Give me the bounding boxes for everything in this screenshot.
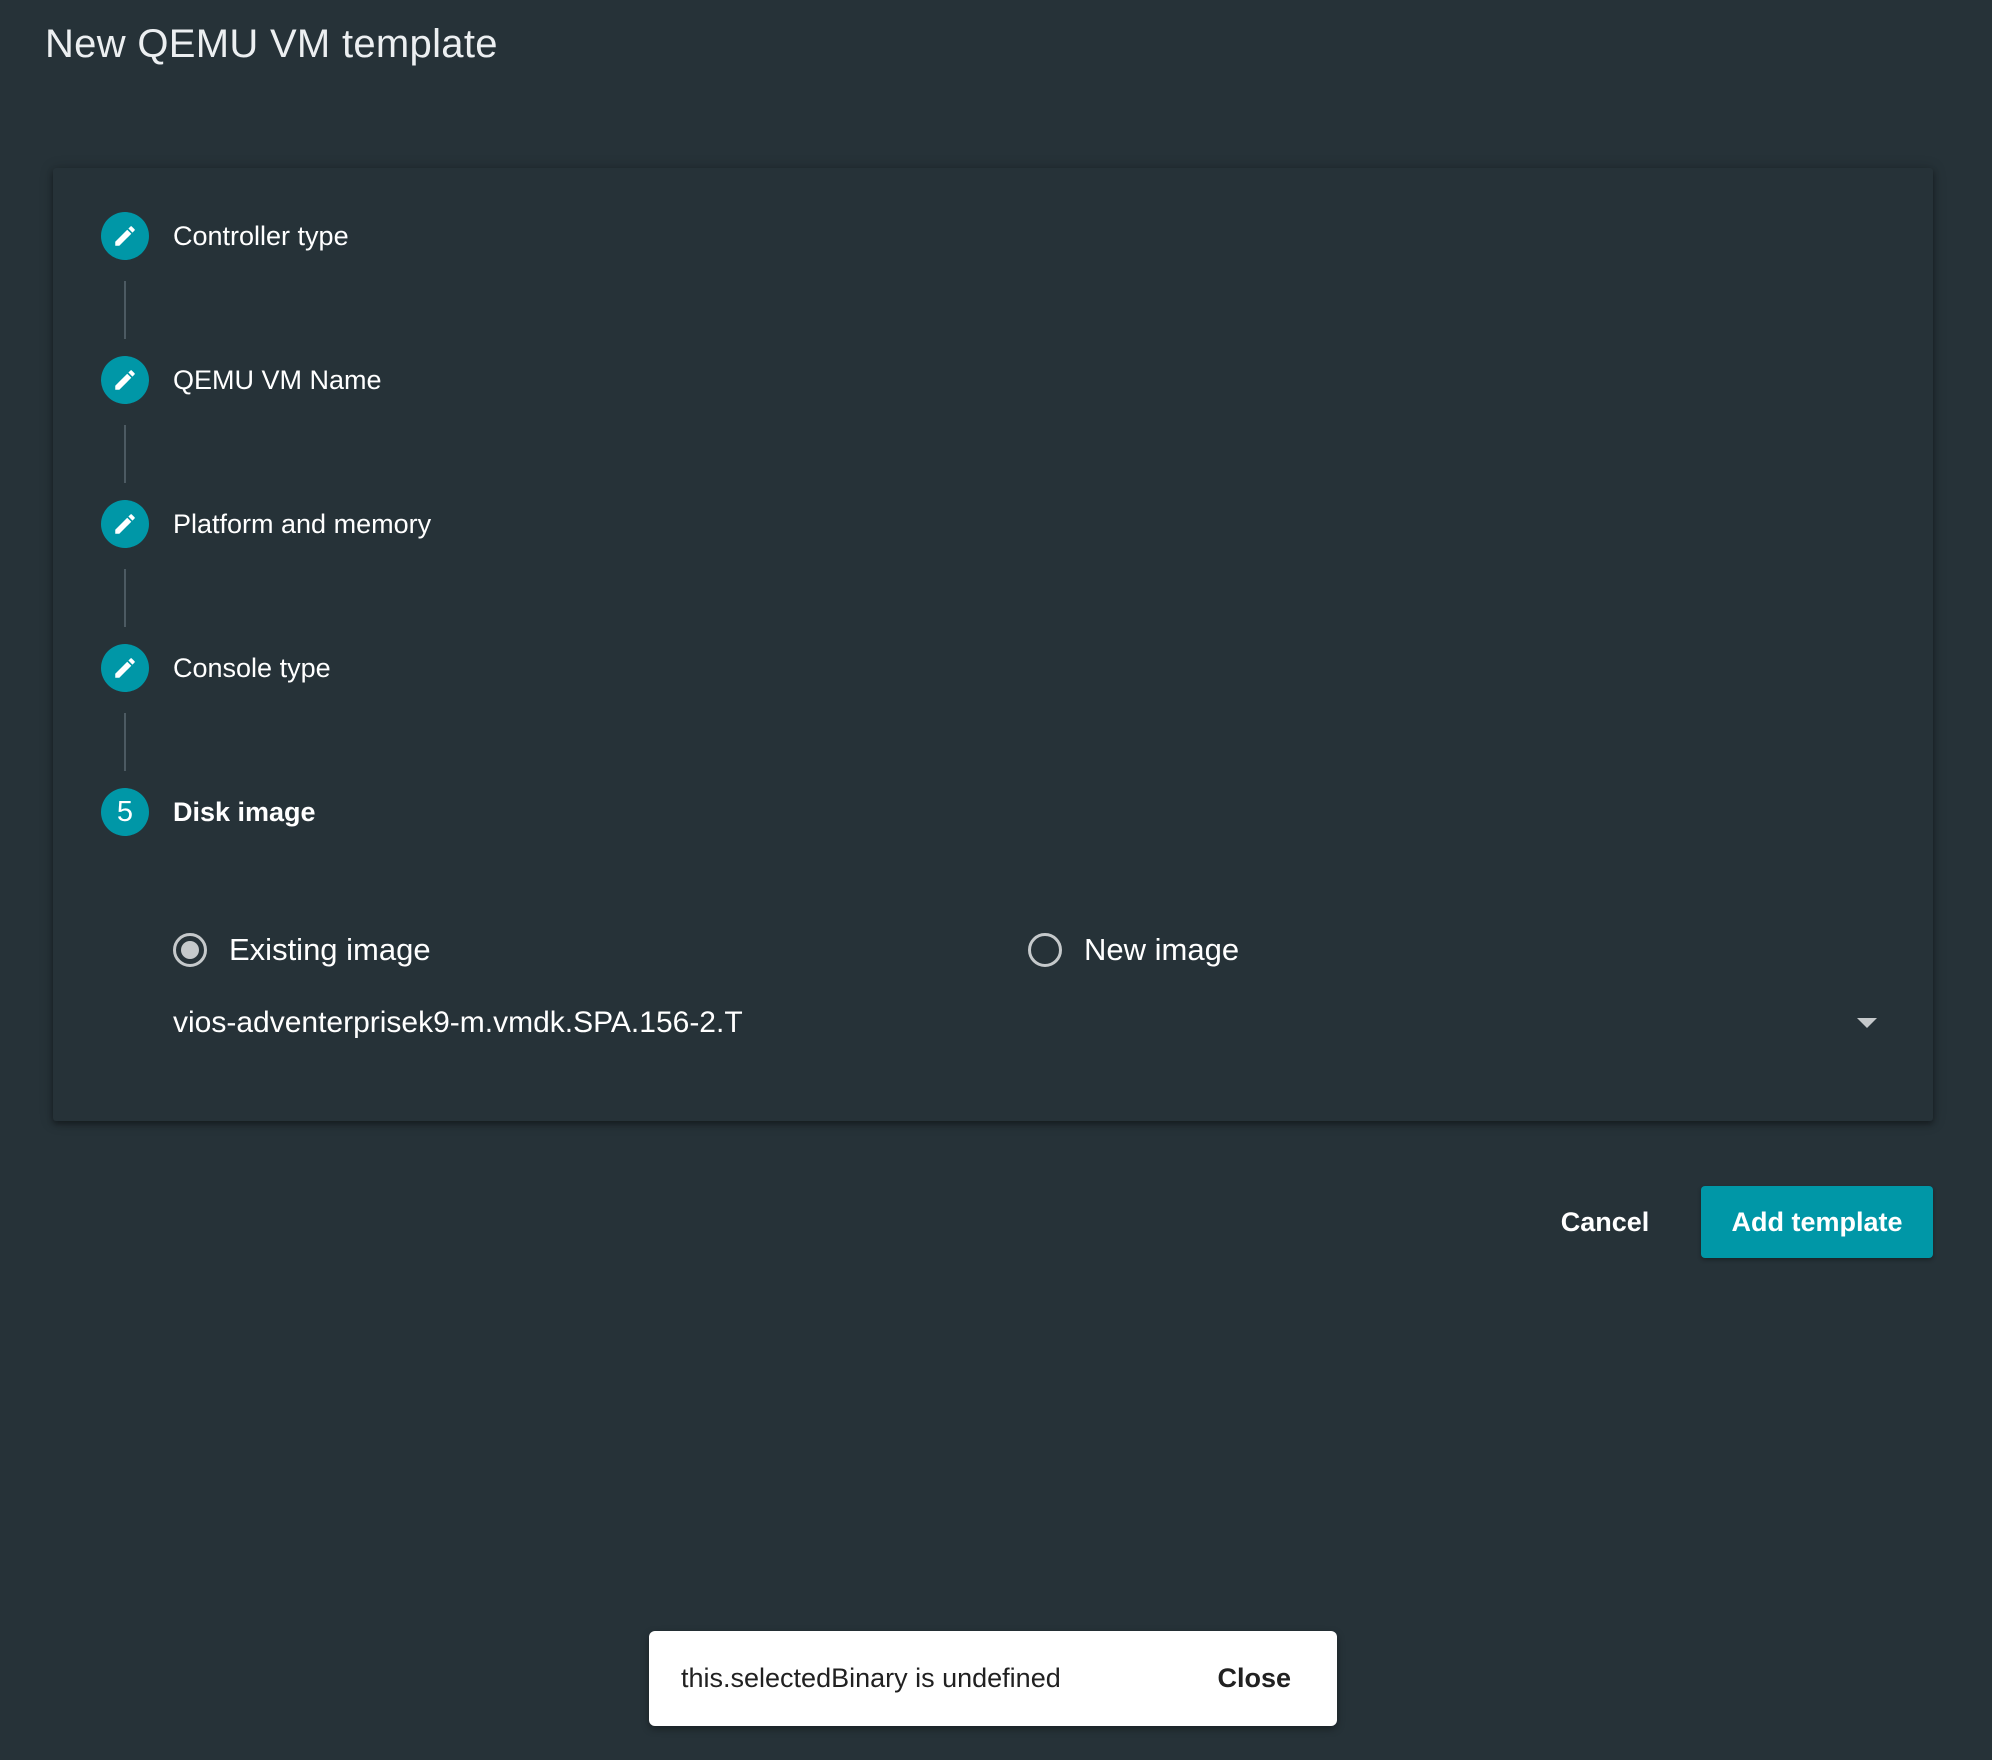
cancel-button[interactable]: Cancel: [1540, 1186, 1670, 1258]
step-label: QEMU VM Name: [173, 364, 382, 395]
pencil-icon: [101, 500, 149, 548]
step-connector: [124, 569, 126, 627]
radio-label: New image: [1084, 932, 1240, 967]
step-disk-image[interactable]: 5 Disk image: [101, 787, 316, 837]
step-platform-and-memory[interactable]: Platform and memory: [101, 499, 431, 549]
pencil-icon: [101, 644, 149, 692]
step-connector: [124, 713, 126, 771]
radio-label: Existing image: [229, 932, 431, 967]
step-label: Console type: [173, 652, 331, 683]
step-qemu-vm-name[interactable]: QEMU VM Name: [101, 355, 382, 405]
selected-image-value: vios-adventerprisek9-m.vmdk.SPA.156-2.T: [173, 1006, 743, 1039]
pencil-icon: [101, 212, 149, 260]
add-template-button[interactable]: Add template: [1701, 1186, 1933, 1258]
dropdown-arrow-icon: [1857, 1018, 1877, 1028]
radio-new-image[interactable]: New image: [1028, 932, 1239, 968]
snackbar-message: this.selectedBinary is undefined: [681, 1663, 1061, 1693]
pencil-icon: [101, 356, 149, 404]
step-label: Disk image: [173, 796, 316, 827]
step-number-badge: 5: [101, 788, 149, 836]
stepper-card: Controller type QEMU VM Name Platform an…: [53, 168, 1933, 1121]
step-label: Platform and memory: [173, 508, 432, 539]
error-snackbar: this.selectedBinary is undefined Close: [649, 1631, 1337, 1726]
disk-image-select[interactable]: vios-adventerprisek9-m.vmdk.SPA.156-2.T: [173, 983, 1883, 1063]
step-controller-type[interactable]: Controller type: [101, 211, 349, 261]
radio-existing-image[interactable]: Existing image: [173, 932, 431, 968]
step-label: Controller type: [173, 220, 349, 251]
page-title: New QEMU VM template: [45, 22, 498, 66]
radio-unchecked-icon: [1028, 933, 1062, 967]
radio-checked-icon: [173, 933, 207, 967]
snackbar-close-button[interactable]: Close: [1199, 1651, 1309, 1706]
step-console-type[interactable]: Console type: [101, 643, 331, 693]
step-connector: [124, 281, 126, 339]
step-connector: [124, 425, 126, 483]
